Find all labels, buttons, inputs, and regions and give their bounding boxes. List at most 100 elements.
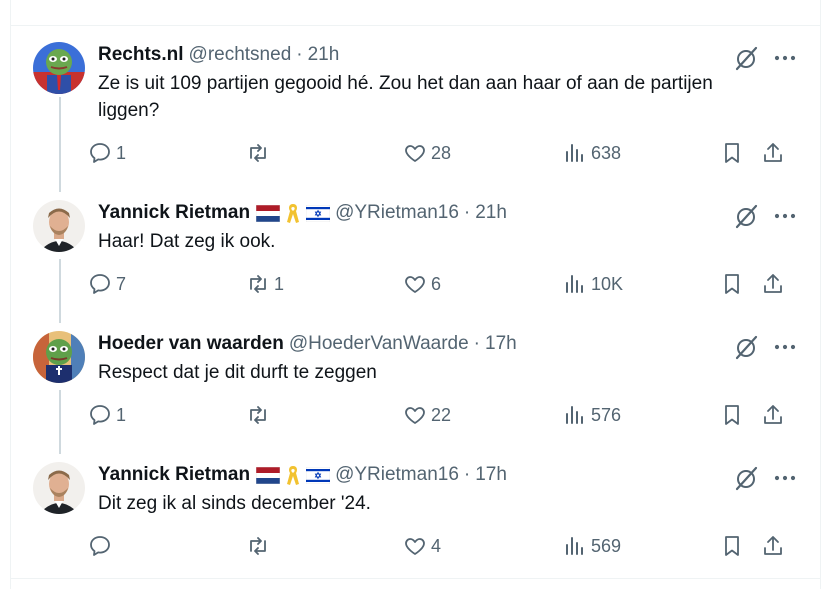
grok-icon[interactable]: [734, 465, 760, 491]
more-icon[interactable]: [772, 203, 798, 229]
views-icon: [566, 275, 583, 293]
author-handle[interactable]: @YRietman16: [335, 464, 459, 486]
netherlands-flag-icon: [256, 204, 281, 222]
author-name[interactable]: Yannick Rietman: [98, 464, 250, 486]
view-count: 576: [591, 404, 622, 425]
action-bar: 7 1 6 10K: [88, 272, 808, 302]
reply-button[interactable]: 7: [88, 272, 126, 296]
like-button[interactable]: 4: [403, 534, 441, 558]
like-count: 6: [431, 273, 442, 294]
retweet-button[interactable]: [246, 141, 274, 165]
reply-icon: [90, 536, 110, 556]
avatar[interactable]: [33, 331, 85, 383]
bookmark-icon: [725, 405, 739, 425]
author-handle[interactable]: @YRietman16: [335, 202, 459, 224]
avatar[interactable]: [33, 42, 85, 94]
heart-icon: [405, 145, 425, 162]
retweet-button[interactable]: [246, 534, 274, 558]
view-count: 10K: [591, 273, 624, 294]
tweet[interactable]: Rechts.nl @rechtsned · 21h Ze is uit 109…: [10, 27, 819, 158]
tweet-text: Ze is uit 109 partijen gegooid hé. Zou h…: [98, 73, 713, 121]
more-icon[interactable]: [772, 45, 798, 71]
bookmark-button[interactable]: [720, 534, 744, 558]
heart-icon: [405, 538, 425, 555]
avatar[interactable]: [33, 200, 85, 252]
views-button[interactable]: 576: [563, 403, 621, 427]
bookmark-button[interactable]: [720, 403, 744, 427]
israel-flag-icon: [306, 204, 331, 222]
views-button[interactable]: 638: [563, 141, 621, 165]
views-button[interactable]: 569: [563, 534, 621, 558]
action-bar: 4 569: [88, 534, 808, 564]
separator-dot: ·: [473, 333, 480, 354]
retweet-icon: [250, 144, 266, 162]
retweet-icon: [250, 406, 266, 424]
separator-dot: ·: [296, 44, 303, 65]
grok-icon[interactable]: [734, 203, 760, 229]
israel-flag-icon: [306, 466, 331, 484]
views-button[interactable]: 10K: [563, 272, 623, 296]
reply-icon: [90, 143, 110, 163]
reply-count: 7: [116, 273, 127, 294]
author-handle[interactable]: @HoederVanWaarde: [289, 333, 469, 355]
like-button[interactable]: 22: [403, 403, 451, 427]
timestamp[interactable]: 17h: [485, 333, 517, 355]
views-icon: [566, 144, 583, 162]
share-button[interactable]: [761, 403, 785, 427]
timestamp[interactable]: 17h: [475, 464, 507, 486]
share-icon: [764, 405, 782, 424]
separator-dot: ·: [463, 202, 471, 223]
more-icon[interactable]: [772, 465, 798, 491]
retweet-icon: [250, 537, 266, 555]
share-icon: [764, 536, 782, 555]
heart-icon: [405, 407, 425, 424]
timestamp[interactable]: 21h: [308, 44, 340, 66]
divider-bottom: [10, 578, 820, 579]
reply-icon: [90, 405, 110, 425]
author-handle[interactable]: @rechtsned: [189, 44, 292, 66]
like-count: 4: [431, 535, 442, 556]
reply-button[interactable]: 1: [88, 141, 126, 165]
bookmark-button[interactable]: [720, 272, 744, 296]
yellow-ribbon-icon: [287, 466, 300, 485]
like-count: 22: [431, 404, 452, 425]
grok-icon[interactable]: [734, 334, 760, 360]
like-button[interactable]: 6: [403, 272, 441, 296]
action-bar: 1 28 638: [88, 141, 808, 171]
retweet-button[interactable]: 1: [246, 272, 284, 296]
grok-icon[interactable]: [734, 45, 760, 71]
share-button[interactable]: [761, 272, 785, 296]
retweet-button[interactable]: [246, 403, 274, 427]
view-count: 638: [591, 142, 622, 163]
share-button[interactable]: [761, 534, 785, 558]
view-count: 569: [591, 535, 622, 556]
avatar[interactable]: [33, 462, 85, 514]
share-button[interactable]: [761, 141, 785, 165]
bookmark-button[interactable]: [720, 141, 744, 165]
share-icon: [764, 143, 782, 162]
tweet-text: Haar! Dat zeg ik ook.: [98, 231, 276, 252]
netherlands-flag-icon: [256, 466, 281, 484]
retweet-count: 1: [274, 273, 285, 294]
tweet-text: Dit zeg ik al sinds december '24.: [98, 493, 371, 514]
author-name[interactable]: Yannick Rietman: [98, 202, 250, 224]
separator-dot: ·: [463, 464, 471, 485]
author-name[interactable]: Hoeder van waarden: [98, 333, 284, 355]
views-icon: [566, 537, 583, 555]
heart-icon: [405, 276, 425, 293]
reply-icon: [90, 274, 110, 294]
bookmark-icon: [725, 143, 739, 163]
like-button[interactable]: 28: [403, 141, 451, 165]
reply-count: 1: [116, 142, 127, 163]
reply-button[interactable]: 1: [88, 403, 126, 427]
timestamp[interactable]: 21h: [475, 202, 507, 224]
share-icon: [764, 274, 782, 293]
reply-button[interactable]: [88, 534, 116, 558]
views-icon: [566, 406, 583, 424]
tweet-text: Respect dat je dit durft te zeggen: [98, 362, 377, 383]
bookmark-icon: [725, 274, 739, 294]
like-count: 28: [431, 142, 452, 163]
author-name[interactable]: Rechts.nl: [98, 44, 184, 66]
divider-top: [10, 25, 820, 26]
more-icon[interactable]: [772, 334, 798, 360]
